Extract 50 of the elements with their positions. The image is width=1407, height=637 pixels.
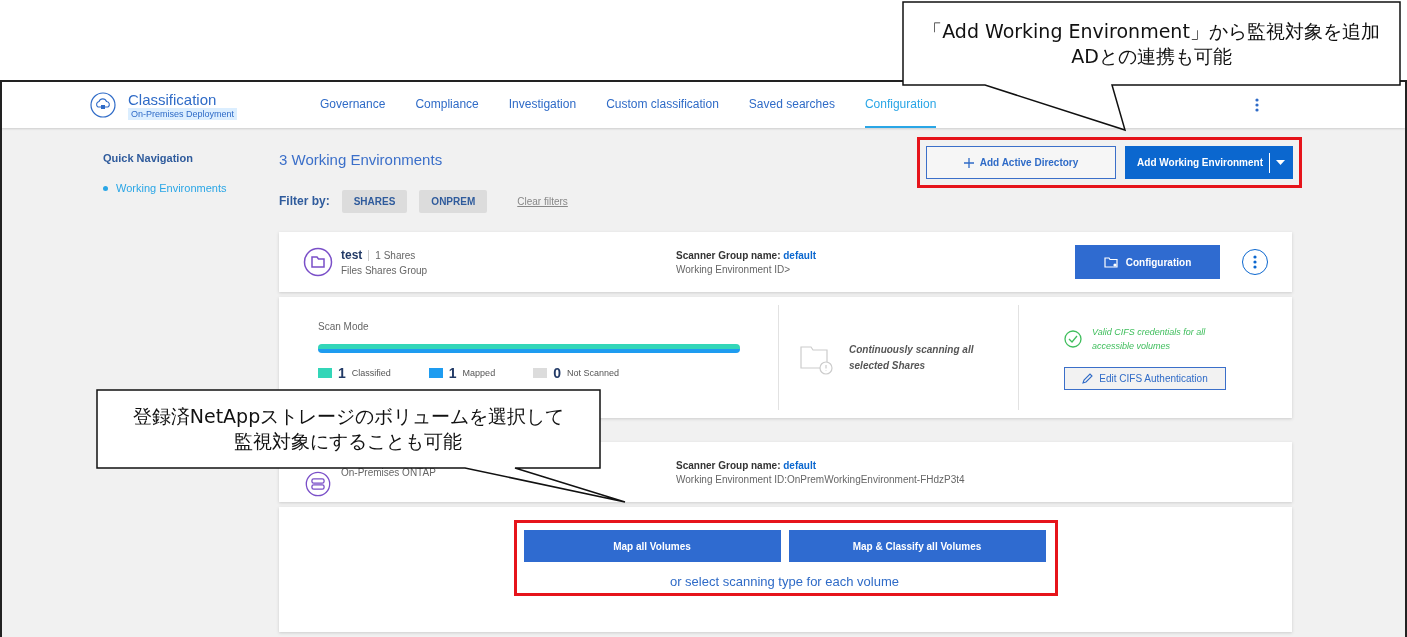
scanner-group: Scanner Group name: default [676, 249, 1075, 261]
page-heading: 3 Working Environments [279, 151, 443, 168]
more-icon [1253, 255, 1257, 269]
environment-name: test [341, 248, 363, 262]
scan-mode-label: Scan Mode [318, 321, 370, 332]
scanner-group: Scanner Group name: default [676, 459, 1268, 471]
server-icon [305, 471, 331, 497]
legend-count: 1 [338, 365, 346, 381]
sidebar-heading: Quick Navigation [103, 152, 194, 164]
map-volumes-button[interactable]: Map all Volumes [523, 530, 781, 562]
deployment-badge: On-Premises Deployment [128, 107, 238, 120]
nav-tab[interactable]: Custom classification [606, 82, 719, 128]
legend-label: Mapped [462, 368, 496, 378]
share-count: 1 Shares [368, 249, 416, 261]
legend-label: Not Scanned [566, 368, 619, 378]
configuration-button[interactable]: Configuration [1075, 245, 1220, 279]
nav-tab[interactable]: Compliance [415, 82, 479, 128]
filter-label: Filter by: [279, 194, 330, 208]
callout-text: 「Add Working Environment」から監視対象を追加 ADとの連携も可能 [923, 18, 1380, 69]
nav-tab[interactable]: Governance [320, 82, 386, 128]
pencil-icon [1082, 373, 1094, 384]
environment-id: Working Environment ID> [676, 263, 792, 275]
nav-tab[interactable]: Saved searches [748, 82, 835, 128]
add-environment-button[interactable]: Add Working Environment [1125, 146, 1293, 179]
clear-filters-link[interactable]: Clear filters [517, 195, 568, 207]
caret-icon [1276, 160, 1285, 165]
filter-chip[interactable]: SHARES [341, 189, 408, 213]
add-directory-button[interactable]: Add Active Directory [926, 146, 1117, 179]
check-circle-icon [1064, 330, 1082, 348]
cloud-lock-icon [90, 92, 116, 118]
scan-status-text: Continuously scanning all selected Shares [849, 342, 975, 373]
callout-text: 登録済NetAppストレージのボリュームを選択して 監視対象にすることも可能 [132, 404, 565, 454]
map-volumes-button[interactable]: Map & Classify all Volumes [788, 530, 1046, 562]
edit-authentication-button[interactable]: Edit CIFS Authentication [1064, 367, 1226, 390]
credentials-status: Valid CIFS credentials for all accessible volumes [1092, 326, 1207, 353]
more-button[interactable] [1242, 249, 1268, 275]
folder-gear-icon [1103, 256, 1118, 268]
plus-icon [963, 157, 974, 168]
legend-label: Classified [351, 368, 391, 378]
environment-type: On-Premises ONTAP [341, 466, 436, 478]
environment-id: Working Environment ID:OnPremWorkingEnvironment-FHdzP3t4 [676, 473, 966, 485]
nav-tab[interactable]: Investigation [508, 82, 577, 128]
scanning-type-link[interactable]: or select scanning type for each volume [669, 574, 900, 589]
filter-chip[interactable]: ONPREM [419, 189, 488, 213]
more-icon[interactable] [1255, 98, 1259, 112]
legend-count: 1 [448, 365, 457, 381]
app-title: Classification [128, 90, 218, 108]
environment-type: Files Shares Group [341, 265, 428, 276]
folder-icon [303, 247, 333, 277]
legend-count: 0 [553, 365, 561, 381]
